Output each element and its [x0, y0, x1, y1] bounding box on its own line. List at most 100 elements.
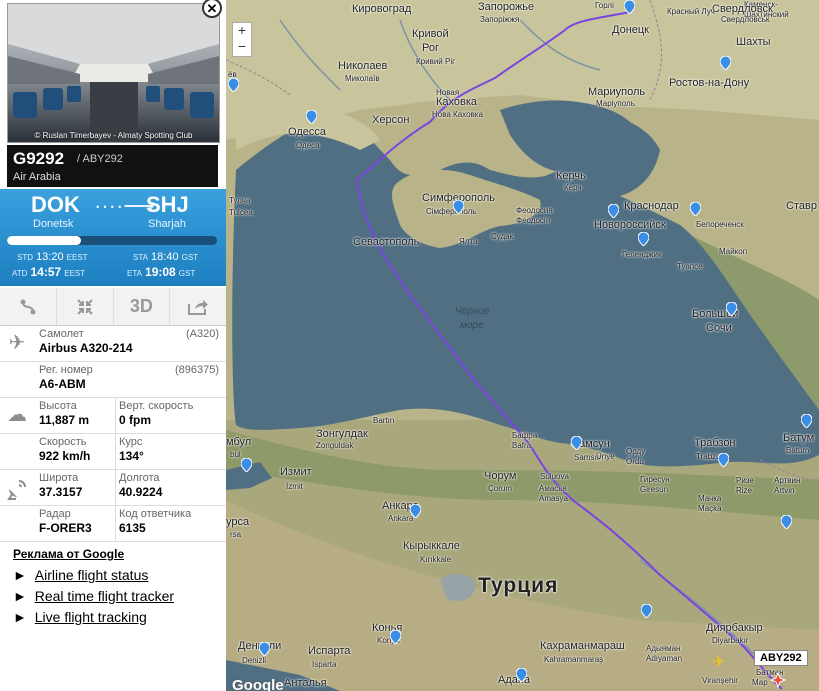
radar-value: F-ORER3 [39, 521, 92, 535]
flight-progress-fill [7, 236, 81, 245]
map-label: Кривой [412, 28, 449, 40]
route-icon [20, 299, 36, 314]
airport-pin-icon[interactable] [228, 78, 239, 92]
map-label: Suluova [540, 472, 569, 481]
ad-link-real-time-tracker[interactable]: ► Real time flight tracker [13, 588, 213, 604]
airport-pin-icon[interactable] [306, 110, 317, 124]
map-label: Феодосия [516, 206, 553, 215]
airport-pin-icon[interactable] [453, 200, 464, 214]
map-label: Белореченск [696, 220, 744, 229]
radar-row: Радар F-ORER3 Код ответчика 6135 [0, 506, 226, 542]
panel-toolbar: 3D [0, 288, 226, 326]
speed-row: Скорость 922 km/h Курс 134° [0, 434, 226, 470]
ads-header[interactable]: Реклама от Google [13, 547, 213, 561]
map-label: Тулча [229, 196, 251, 205]
map-label: Сімферополь [426, 207, 477, 216]
map-label: Новороссийск [594, 219, 666, 231]
map-label: Ризе [736, 476, 754, 485]
vertical-speed-value: 0 fpm [119, 413, 152, 427]
flight-callsign: / ABY292 [77, 153, 123, 165]
map-label: Миколаїв [345, 74, 380, 83]
map-label: Adıyaman [646, 654, 683, 663]
map-label: Bartın [373, 416, 395, 425]
map-label: Ünye [596, 452, 615, 461]
flight-tag[interactable]: ABY292 [754, 650, 808, 666]
map-label: İzmit [286, 482, 303, 491]
ad-link-airline-flight-status[interactable]: ► Airline flight status [13, 567, 213, 583]
airport-pin-icon[interactable] [624, 0, 635, 14]
map-label: Запорожье [478, 1, 535, 13]
map-label: Кировоград [352, 3, 412, 15]
map-label: Красный Луч [667, 7, 715, 16]
ad-link-live-flight-tracking[interactable]: ► Live flight tracking [13, 609, 213, 625]
airport-pin-icon[interactable] [718, 453, 729, 467]
flight-details: ✈ Самолет (A320) Airbus A320-214 Рег. но… [0, 326, 226, 542]
map-label: Амасья [539, 484, 567, 493]
map-label: Denizli [242, 656, 267, 665]
flight-map[interactable]: + − Кировоград Запорожье Запоріжжя Горлі… [226, 0, 819, 691]
map-label: Одеса [296, 141, 320, 150]
country-label: Турция [478, 574, 559, 597]
satellite-dish-icon [0, 470, 34, 505]
map-label: Кривий Ріг [416, 57, 456, 66]
eta-time: ETA 19:08 GST [127, 265, 196, 279]
flight-progress-bar [7, 236, 217, 245]
map-label: Ordu [626, 457, 644, 466]
map-label: Геленджик [622, 250, 662, 259]
airport-pin-icon[interactable] [801, 414, 812, 428]
center-view-button[interactable] [57, 288, 114, 325]
map-label: Рог [422, 42, 439, 54]
aircraft-code: (A320) [185, 328, 219, 340]
airport-pin-icon[interactable] [690, 202, 701, 216]
airport-pin-icon[interactable] [390, 630, 401, 644]
origin-city: Donetsk [33, 218, 74, 230]
view-3d-button[interactable]: 3D [114, 288, 171, 325]
flight-number: G9292 [13, 149, 65, 168]
map-label: Зонгулдак [316, 428, 368, 440]
destination-code: SHJ [146, 192, 189, 217]
map-label: Чорум [484, 470, 517, 482]
map-label: урса [226, 516, 250, 528]
map-label: Анталья [284, 677, 327, 689]
airport-pin-icon[interactable] [726, 302, 737, 316]
map-label: Artvin [774, 486, 795, 495]
map-label: Isparta [312, 660, 337, 669]
airport-pin-icon[interactable] [641, 604, 652, 618]
map-label: Свердловськ [721, 15, 770, 24]
origin-code: DOK [31, 192, 80, 217]
map-label: Херсон [372, 114, 410, 126]
map-label: Диярбакыр [706, 622, 763, 634]
map-label: Горлі [595, 1, 614, 10]
airport-pin-icon[interactable] [781, 515, 792, 529]
airport-pin-icon[interactable] [571, 436, 582, 450]
show-route-button[interactable] [0, 288, 57, 325]
speed-value: 922 km/h [39, 449, 91, 463]
map-label: Одесса [288, 126, 326, 138]
airport-pin-icon[interactable] [410, 504, 421, 518]
map-label: Адыяман [646, 644, 681, 653]
airport-pin-icon[interactable] [608, 204, 619, 218]
longitude-value: 40.9224 [119, 485, 163, 499]
map-label: Kahramanmaraş [544, 655, 604, 664]
airplane-icon: ✈ [8, 332, 26, 354]
other-aircraft-icon[interactable]: ✈ [712, 652, 725, 672]
map-label: Батум [783, 432, 815, 444]
zoom-out-button[interactable]: − [233, 39, 251, 55]
map-label: Керч [564, 183, 582, 192]
map-label: Краснодар [624, 200, 679, 212]
cloud-icon: ☁ [7, 404, 27, 426]
airport-pin-icon[interactable] [516, 668, 527, 682]
map-label: Маріуполь [596, 99, 635, 108]
zoom-in-button[interactable]: + [233, 23, 251, 39]
registration-code: (896375) [174, 364, 219, 376]
airport-pin-icon[interactable] [638, 232, 649, 246]
airport-pin-icon[interactable] [259, 642, 270, 656]
map-label: Орду [626, 447, 646, 456]
registration-row: Рег. номер (896375) A6-ABM [0, 362, 226, 398]
share-button[interactable] [170, 288, 226, 325]
airport-pin-icon[interactable] [241, 458, 252, 472]
map-label: Batum [786, 446, 810, 455]
map-label: Шахты [736, 36, 771, 48]
airport-pin-icon[interactable] [720, 56, 731, 70]
selected-aircraft-icon[interactable] [770, 672, 786, 688]
